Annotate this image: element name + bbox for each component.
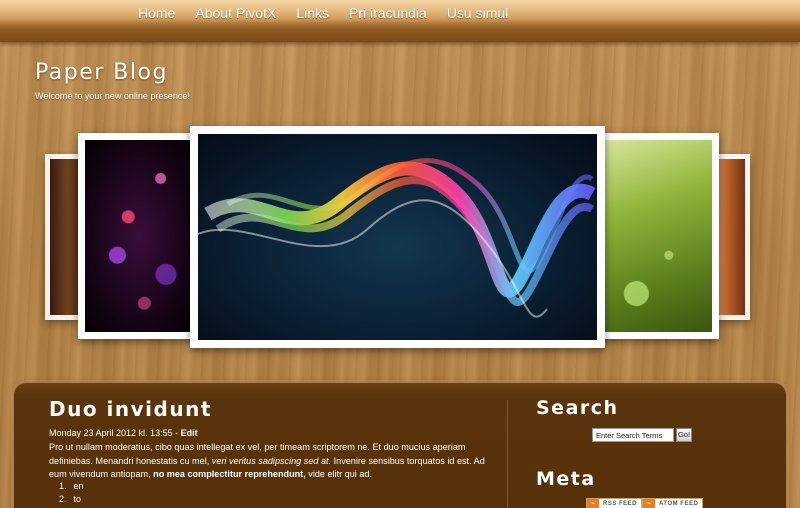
list-item-text: en: [73, 481, 84, 491]
main-nav: Home About PivotX Links Pri iracundia Us…: [128, 4, 518, 22]
nav-item-links[interactable]: Links: [286, 4, 339, 22]
search-heading: Search: [536, 397, 619, 419]
slideshow-image-main[interactable]: [190, 126, 605, 348]
post-title[interactable]: Duo invidunt: [49, 397, 212, 421]
post-edit-link[interactable]: Edit: [181, 428, 198, 438]
search-go-button[interactable]: Go!: [676, 428, 692, 442]
blog-title[interactable]: Paper Blog: [35, 60, 168, 85]
list-item-number: 1.: [59, 481, 67, 491]
post-body-text-3: vide elitr qui ad.: [305, 469, 372, 480]
list-item: 2. to: [59, 493, 84, 506]
column-divider: [507, 400, 508, 508]
post-body-italic: veri veritus sadipscing sed at.: [211, 455, 332, 466]
post-meta: Monday 23 April 2012 kl. 13:55 - Edit: [49, 428, 198, 438]
search-input[interactable]: [592, 428, 674, 442]
top-navigation-bar: Home About PivotX Links Pri iracundia Us…: [0, 0, 800, 42]
post-body: Pro ut nullam moderatius, cibo quas inte…: [49, 441, 494, 482]
rss-feed-label: RSS FEED: [603, 501, 638, 507]
nav-item-pri-iracundia[interactable]: Pri iracundia: [339, 4, 437, 22]
nav-item-about-pivotx[interactable]: About PivotX: [185, 4, 286, 22]
atom-feed-button[interactable]: ⌁ ATOM FEED: [642, 498, 704, 508]
post-body-bold: no mea complectitur reprehendunt,: [153, 469, 306, 480]
rss-feed-button[interactable]: ⌁ RSS FEED: [586, 498, 643, 508]
atom-feed-label: ATOM FEED: [659, 501, 699, 507]
blog-tagline: Welcome to your new online presence!: [35, 91, 190, 101]
slideshow-image-left[interactable]: [78, 133, 200, 339]
post-list: 1. en 2. to: [59, 480, 84, 506]
list-item-number: 2.: [59, 494, 67, 504]
nav-item-usu-simul[interactable]: Usu simul: [437, 4, 518, 22]
meta-heading: Meta: [536, 468, 596, 490]
slideshow-image-right[interactable]: [597, 133, 719, 339]
abstract-wave-artwork: [198, 158, 596, 318]
list-item: 1. en: [59, 480, 84, 493]
post-date: Monday 23 April 2012 kl. 13:55 -: [49, 428, 181, 438]
list-item-text: to: [73, 494, 82, 504]
atom-icon: ⌁: [643, 499, 655, 508]
rss-icon: ⌁: [587, 499, 599, 508]
nav-item-home[interactable]: Home: [128, 4, 185, 22]
